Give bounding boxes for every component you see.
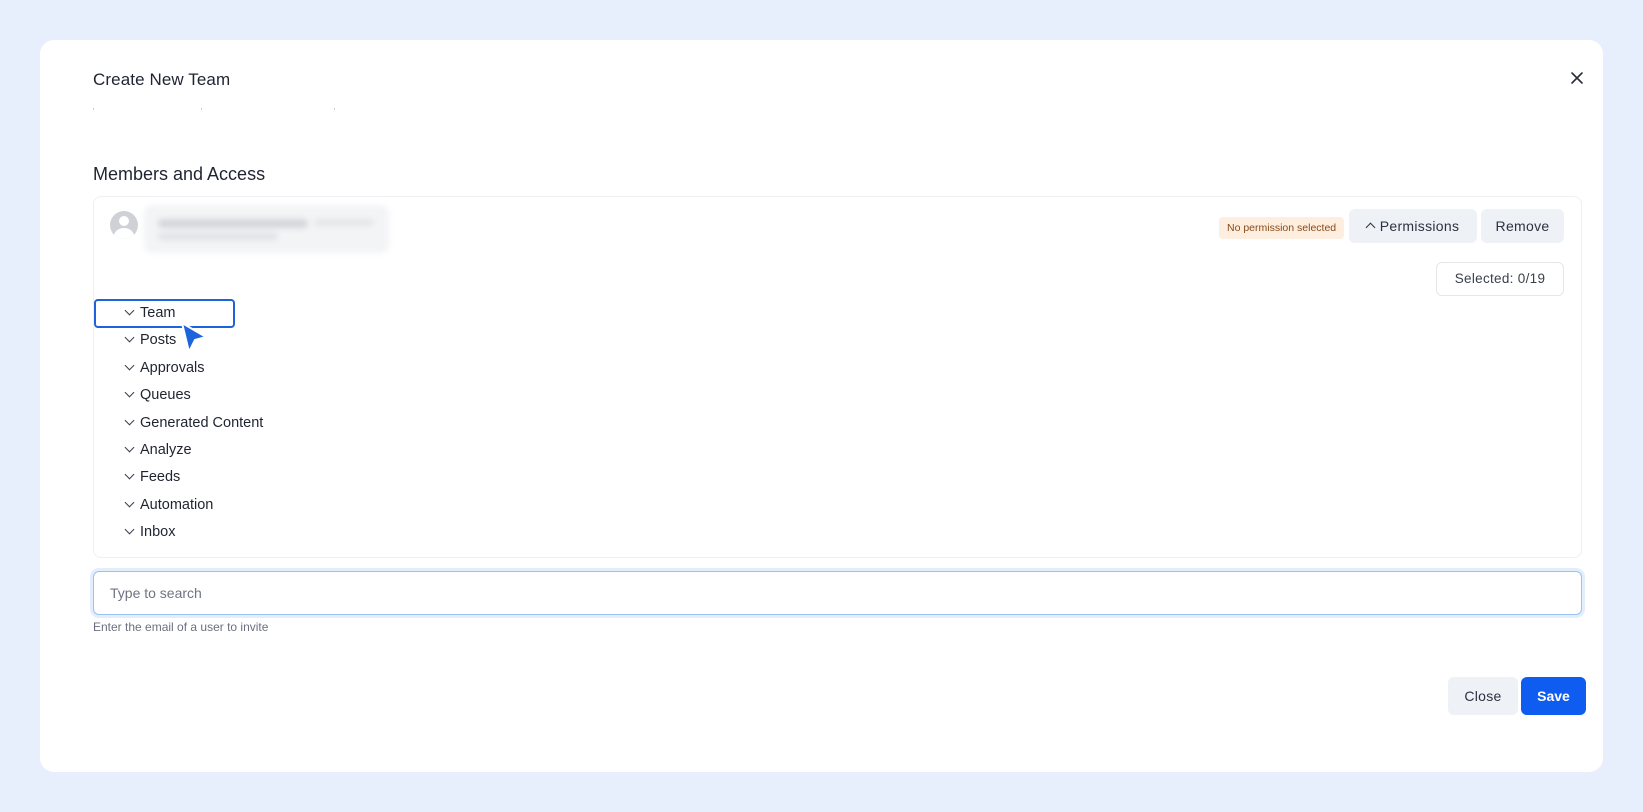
chevron-down-icon — [124, 497, 135, 508]
chevron-down-icon — [124, 442, 135, 453]
permission-group-label: Automation — [140, 497, 214, 513]
permission-group-approvals[interactable]: Approvals — [124, 358, 205, 378]
avatar — [110, 211, 138, 239]
chevron-down-icon — [124, 360, 135, 371]
close-button[interactable]: Close — [1448, 677, 1518, 715]
chevron-down-icon — [124, 305, 135, 316]
status-badge: No permission selected — [1219, 217, 1345, 239]
permission-group-label: Posts — [140, 332, 177, 348]
chevron-down-icon — [124, 415, 135, 426]
permission-group-label: Approvals — [140, 360, 205, 376]
permissions-button[interactable]: Permissions — [1349, 209, 1477, 243]
chevron-up-icon — [1365, 222, 1376, 233]
chevron-down-icon — [124, 469, 135, 480]
chevron-down-icon — [124, 332, 135, 343]
permission-group-label: Queues — [140, 387, 191, 403]
save-button[interactable]: Save — [1521, 677, 1586, 715]
chevron-down-icon — [124, 524, 135, 535]
permission-group-inbox[interactable]: Inbox — [124, 522, 176, 542]
search-helper-text: Enter the email of a user to invite — [93, 620, 269, 634]
permission-group-label: Feeds — [140, 469, 181, 485]
permission-group-automation[interactable]: Automation — [124, 495, 214, 515]
close-icon[interactable] — [1568, 69, 1586, 87]
members-section-title: Members and Access — [93, 164, 266, 184]
remove-button[interactable]: Remove — [1481, 209, 1564, 243]
search-input[interactable] — [93, 571, 1582, 615]
create-team-dialog: Create New Team Members and Access No pe… — [40, 40, 1603, 772]
permission-group-label: Analyze — [140, 442, 192, 458]
permission-group-feeds[interactable]: Feeds — [124, 467, 181, 487]
permission-group-label: Generated Content — [140, 415, 264, 431]
permissions-label: Permissions — [1379, 218, 1460, 234]
chevron-down-icon — [124, 387, 135, 398]
selected-count: Selected: 0/19 — [1436, 262, 1564, 296]
divider — [93, 108, 343, 110]
member-card: No permission selected Permissions Remov… — [93, 196, 1582, 558]
permission-group-posts[interactable]: Posts — [124, 330, 177, 350]
permission-group-label: Team — [140, 305, 176, 321]
dialog-title: Create New Team — [93, 70, 231, 89]
permission-group-team[interactable]: Team — [124, 303, 176, 323]
permission-group-label: Inbox — [140, 524, 176, 540]
member-name-blurred — [144, 205, 389, 253]
permission-group-generated-content[interactable]: Generated Content — [124, 413, 264, 433]
permission-group-analyze[interactable]: Analyze — [124, 440, 192, 460]
cursor-arrow-icon — [181, 322, 207, 353]
permission-group-queues[interactable]: Queues — [124, 385, 191, 405]
